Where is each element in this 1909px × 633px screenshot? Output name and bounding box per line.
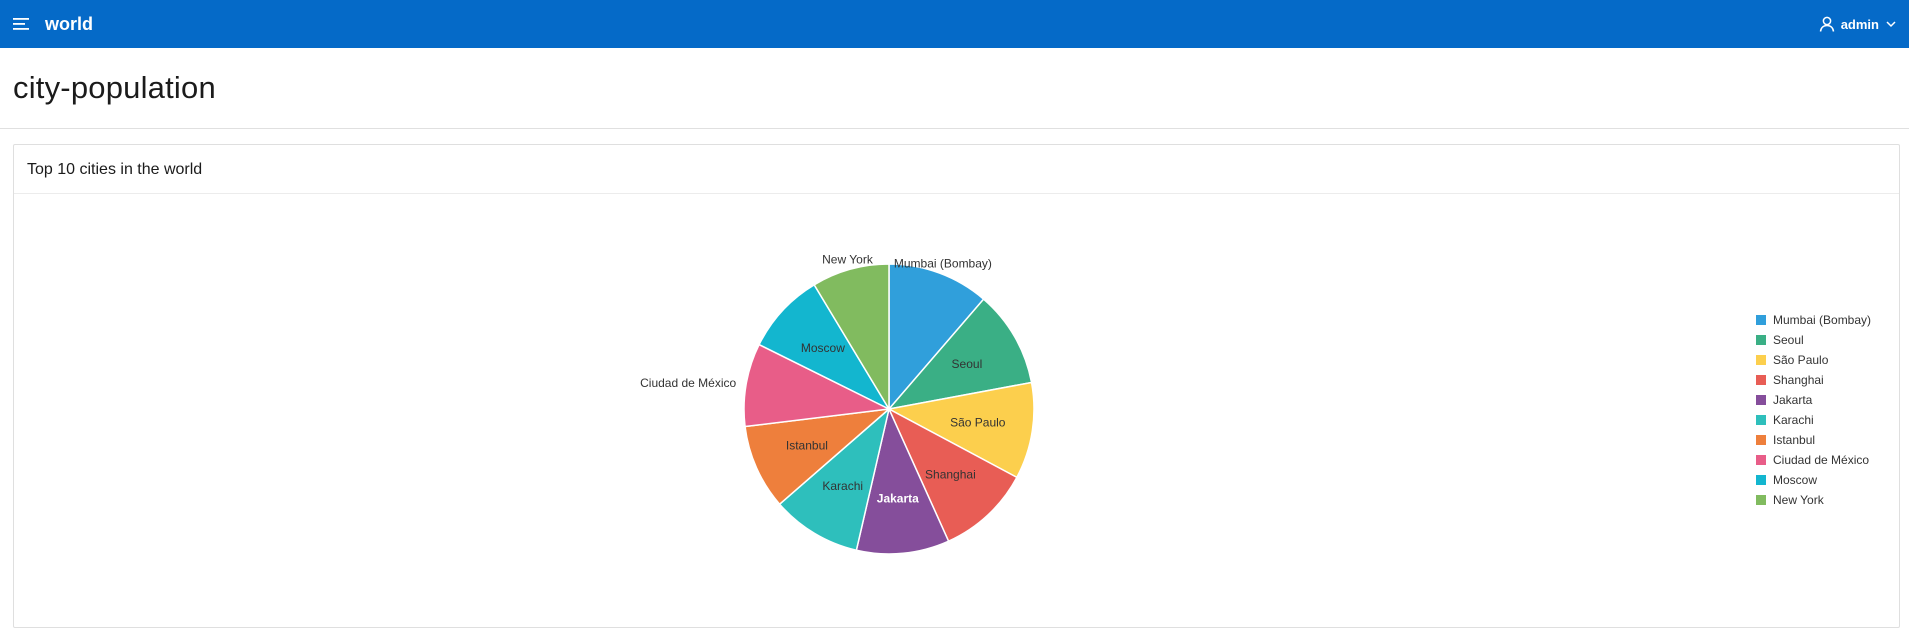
hamburger-menu-icon[interactable] [13, 17, 31, 31]
top-navigation-bar: world admin [0, 0, 1909, 48]
app-title[interactable]: world [45, 13, 93, 35]
region-header: Top 10 cities in the world [14, 145, 1899, 194]
pie-slices [743, 263, 1035, 555]
user-menu-button[interactable]: admin [1819, 14, 1897, 34]
user-name: admin [1840, 16, 1879, 32]
chevron-down-icon [1886, 21, 1896, 28]
region-title: Top 10 cities in the world [27, 161, 203, 178]
page-header: city-population [0, 48, 1909, 129]
page-title: city-population [13, 70, 216, 105]
user-icon [1819, 16, 1834, 32]
